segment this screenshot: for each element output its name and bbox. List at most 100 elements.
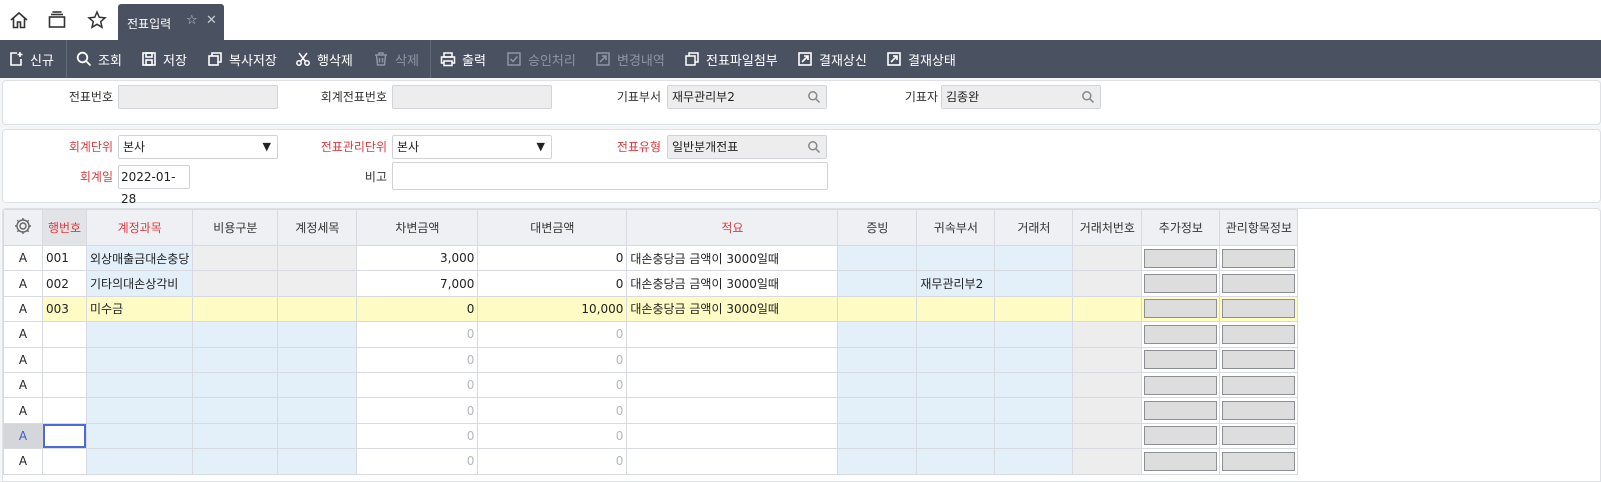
col-header-extra-info[interactable]: 추가정보 bbox=[1141, 209, 1221, 246]
memo-field[interactable] bbox=[392, 162, 828, 190]
extra-info-cell[interactable] bbox=[1141, 448, 1221, 475]
table-row[interactable]: A 003 미수금 0 10,000 대손충당금 금액이 3000일때 bbox=[3, 295, 1299, 323]
vendor-cell[interactable] bbox=[994, 270, 1074, 297]
table-row[interactable]: A 00 bbox=[3, 448, 1299, 475]
vendor-no-cell[interactable] bbox=[1072, 270, 1143, 297]
col-header-dept[interactable]: 귀속부서 bbox=[916, 209, 996, 246]
vendor-no-cell[interactable] bbox=[1072, 397, 1143, 424]
mgmt-item-button[interactable] bbox=[1222, 350, 1296, 370]
vendor-cell[interactable] bbox=[994, 422, 1074, 450]
summary-cell[interactable] bbox=[626, 397, 839, 424]
credit-cell[interactable]: 0 bbox=[477, 244, 628, 272]
dept-cell[interactable] bbox=[916, 295, 996, 323]
acct-date-field[interactable]: 2022-01-28 bbox=[118, 165, 190, 206]
sub-account-cell[interactable] bbox=[277, 346, 358, 373]
mgmt-item-button[interactable] bbox=[1222, 401, 1296, 421]
mgmt-item-button[interactable] bbox=[1222, 426, 1296, 446]
table-row[interactable]: A 00 bbox=[3, 397, 1299, 424]
writer-field[interactable]: 김종완 bbox=[941, 85, 1101, 109]
table-row[interactable]: A 00 bbox=[3, 321, 1299, 348]
evidence-cell[interactable] bbox=[837, 295, 918, 323]
extra-info-cell[interactable] bbox=[1141, 270, 1221, 297]
evidence-cell[interactable] bbox=[837, 346, 918, 373]
cost-type-cell[interactable] bbox=[192, 397, 279, 424]
extra-info-button[interactable] bbox=[1144, 248, 1218, 268]
mgmt-item-cell[interactable] bbox=[1219, 270, 1299, 297]
sub-account-cell[interactable] bbox=[277, 270, 358, 297]
account-cell[interactable] bbox=[85, 321, 194, 348]
extra-info-button[interactable] bbox=[1144, 451, 1218, 471]
extra-info-button[interactable] bbox=[1144, 324, 1218, 344]
col-header-evidence[interactable]: 증빙 bbox=[837, 209, 918, 246]
mgmt-item-button[interactable] bbox=[1222, 274, 1296, 294]
vendor-cell[interactable] bbox=[994, 371, 1074, 399]
account-cell[interactable] bbox=[85, 346, 194, 373]
close-tab-icon[interactable]: ✕ bbox=[206, 13, 217, 28]
history-button[interactable]: 변경내역 bbox=[595, 40, 665, 78]
grid-settings-header[interactable] bbox=[3, 209, 43, 246]
evidence-cell[interactable] bbox=[837, 371, 918, 399]
row-delete-button[interactable]: 행삭제 bbox=[295, 40, 353, 78]
extra-info-cell[interactable] bbox=[1141, 295, 1221, 323]
dept-cell[interactable] bbox=[916, 448, 996, 475]
sub-account-cell[interactable] bbox=[277, 371, 358, 399]
table-row[interactable]: A 00 bbox=[3, 346, 1299, 373]
account-cell[interactable]: 미수금 bbox=[85, 295, 194, 323]
row-no-cell[interactable]: 002 bbox=[42, 270, 87, 297]
extra-info-cell[interactable] bbox=[1141, 244, 1221, 272]
sub-account-cell[interactable] bbox=[277, 244, 358, 272]
extra-info-button[interactable] bbox=[1144, 274, 1218, 294]
sub-account-cell[interactable] bbox=[277, 422, 358, 450]
cost-type-cell[interactable] bbox=[192, 321, 279, 348]
vendor-cell[interactable] bbox=[994, 397, 1074, 424]
mgmt-item-button[interactable] bbox=[1222, 451, 1296, 471]
extra-info-button[interactable] bbox=[1144, 401, 1218, 421]
mgmt-item-cell[interactable] bbox=[1219, 295, 1299, 323]
extra-info-button[interactable] bbox=[1144, 350, 1218, 370]
table-row[interactable]: A 002 기타의대손상각비 7,000 0 대손충당금 금액이 3000일때 재무관리부2 bbox=[3, 270, 1299, 297]
mgmt-item-cell[interactable] bbox=[1219, 244, 1299, 272]
search-button[interactable]: 조회 bbox=[76, 40, 122, 78]
home-icon[interactable] bbox=[8, 9, 30, 31]
table-row[interactable]: A 00 bbox=[3, 422, 1299, 450]
col-header-sub-account[interactable]: 계정세목 bbox=[277, 209, 358, 246]
extra-info-cell[interactable] bbox=[1141, 321, 1221, 348]
dept-cell[interactable] bbox=[916, 321, 996, 348]
search-icon[interactable] bbox=[807, 90, 821, 104]
vendor-no-cell[interactable] bbox=[1072, 321, 1143, 348]
extra-info-button[interactable] bbox=[1144, 299, 1218, 319]
sub-account-cell[interactable] bbox=[277, 448, 358, 475]
col-header-debit[interactable]: 차변금액 bbox=[356, 209, 479, 246]
credit-cell[interactable]: 0 bbox=[477, 270, 628, 297]
dept-cell[interactable] bbox=[916, 244, 996, 272]
search-icon[interactable] bbox=[1081, 90, 1095, 104]
mgmt-item-button[interactable] bbox=[1222, 375, 1296, 395]
mgmt-item-cell[interactable] bbox=[1219, 422, 1299, 450]
dept-cell[interactable] bbox=[916, 346, 996, 373]
row-no-cell[interactable] bbox=[42, 371, 87, 399]
summary-cell[interactable] bbox=[626, 448, 839, 475]
cost-type-cell[interactable] bbox=[192, 371, 279, 399]
vendor-no-cell[interactable] bbox=[1072, 346, 1143, 373]
mgmt-item-button[interactable] bbox=[1222, 324, 1296, 344]
row-no-cell[interactable] bbox=[42, 422, 87, 450]
vendor-cell[interactable] bbox=[994, 448, 1074, 475]
mgmt-item-cell[interactable] bbox=[1219, 321, 1299, 348]
summary-cell[interactable] bbox=[626, 422, 839, 450]
vendor-no-cell[interactable] bbox=[1072, 448, 1143, 475]
extra-info-button[interactable] bbox=[1144, 375, 1218, 395]
voucher-no-field[interactable] bbox=[118, 85, 278, 109]
dept-cell[interactable] bbox=[916, 422, 996, 450]
vendor-cell[interactable] bbox=[994, 346, 1074, 373]
search-icon[interactable] bbox=[807, 140, 821, 154]
credit-cell[interactable]: 0 bbox=[477, 422, 628, 450]
delete-button[interactable]: 삭제 bbox=[373, 40, 419, 78]
credit-cell[interactable]: 0 bbox=[477, 346, 628, 373]
save-button[interactable]: 저장 bbox=[141, 40, 187, 78]
mgmt-item-cell[interactable] bbox=[1219, 371, 1299, 399]
mgmt-item-button[interactable] bbox=[1222, 248, 1296, 268]
table-row[interactable]: A 00 bbox=[3, 371, 1299, 399]
mgmt-item-cell[interactable] bbox=[1219, 397, 1299, 424]
credit-cell[interactable]: 0 bbox=[477, 371, 628, 399]
voucher-type-field[interactable]: 일반분개전표 bbox=[667, 135, 827, 159]
